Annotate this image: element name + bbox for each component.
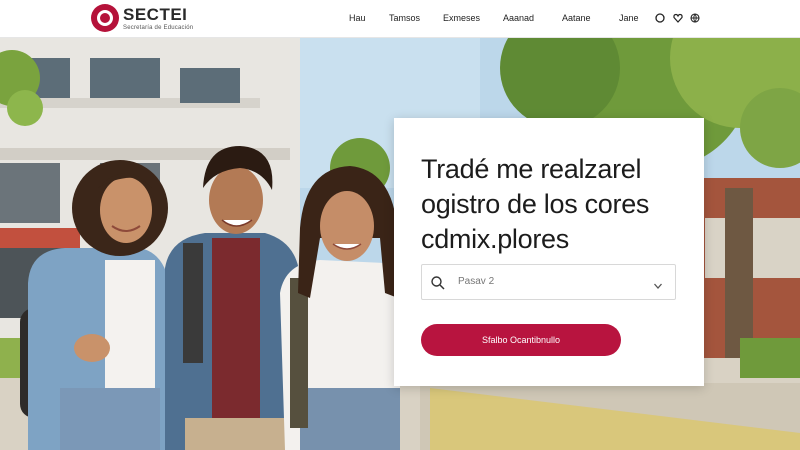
info-icon[interactable] (654, 11, 666, 25)
heart-icon[interactable] (672, 11, 684, 25)
nav-item-1[interactable]: Hau (349, 11, 366, 25)
card-title-line: cdmix.plores (421, 224, 569, 254)
registration-card: Tradé me realzarel ogistro de los cores … (394, 118, 704, 386)
submit-button[interactable]: Sfalbo Ocantibnullo (421, 324, 621, 356)
site-header: SECTEI Secretaría de Educación Hau Tamso… (0, 0, 800, 38)
search-icon (430, 275, 446, 291)
nav-item-3[interactable]: Exmeses (443, 11, 480, 25)
search-select[interactable]: Pasav 2 (421, 264, 676, 300)
nav-item-4[interactable]: Aaanad (503, 11, 534, 25)
card-title: Tradé me realzarel ogistro de los cores … (421, 152, 691, 257)
nav-item-6[interactable]: Jane (619, 11, 639, 25)
chevron-down-icon (653, 278, 663, 289)
brand-subtitle: Secretaría de Educación (123, 24, 194, 31)
card-title-line: ogistro de los cores (421, 189, 650, 219)
nav-item-2[interactable]: Tamsos (389, 11, 420, 25)
globe-icon[interactable] (689, 11, 701, 25)
select-value: Pasav 2 (458, 276, 495, 287)
card-title-line: Tradé me realzarel (421, 154, 642, 184)
nav-item-5[interactable]: Aatane (562, 11, 591, 25)
